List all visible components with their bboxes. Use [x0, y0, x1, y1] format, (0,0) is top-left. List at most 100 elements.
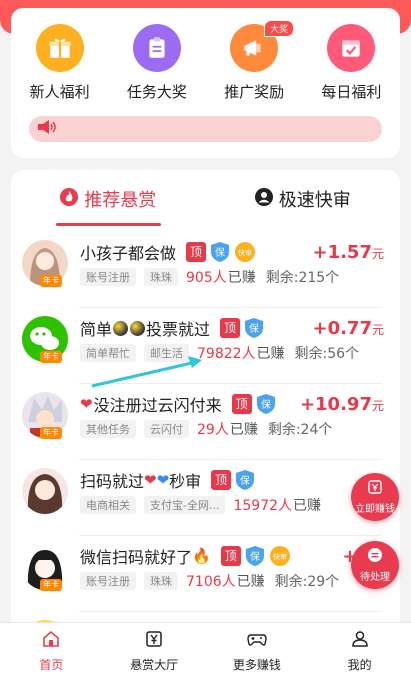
fast-review-icon: 快审 — [269, 545, 291, 567]
task-row[interactable]: 年卡 微信扫码就好了 🔥 顶 保 快审 +1 账号注册 珠珠 7106人 已赚 … — [11, 536, 400, 612]
remaining-count: 剩余:29个 — [274, 574, 340, 590]
heart-icon: ❤ — [144, 471, 157, 489]
earned-suffix: 已赚 — [236, 574, 265, 590]
task-row[interactable]: 年卡 ❤ 没注册过云闪付来 顶 保 +10.97元 其他任务 云闪付 29人 已… — [11, 384, 400, 460]
gamepad-icon — [247, 629, 267, 656]
platform-chip: 珠珠 — [144, 572, 178, 590]
task-tabs: 推荐悬赏 极速快审 — [11, 170, 400, 228]
annual-card-badge: 年卡 — [40, 275, 62, 287]
yen-icon — [367, 479, 383, 499]
menu-item-promotion-reward[interactable]: 大奖 推广奖励 — [210, 20, 298, 102]
earn-now-button[interactable]: 立即赚钱 — [351, 473, 399, 521]
task-title-text: 秒审 — [169, 472, 202, 491]
tabbar-more-earnings[interactable]: 更多赚钱 — [206, 623, 309, 678]
guarantee-shield-icon: 保 — [235, 469, 255, 491]
flame-icon — [60, 187, 79, 211]
clipboard-icon — [132, 24, 181, 72]
user-icon — [350, 629, 370, 656]
menu-label: 任务大奖 — [126, 83, 187, 101]
category-chip: 账号注册 — [80, 572, 136, 590]
moon-emoji-icon — [130, 320, 146, 336]
prize-badge: 大奖 — [264, 20, 295, 37]
task-title-text: 小孩子都会做 — [80, 244, 177, 263]
svg-text:快审: 快审 — [238, 248, 252, 257]
pending-button[interactable]: 待处理 — [351, 541, 399, 589]
task-title-text: 没注册过云闪付来 — [93, 396, 222, 415]
platform-chip: 支付宝-全网... — [144, 496, 226, 514]
annual-card-badge: 年卡 — [40, 427, 62, 439]
moon-emoji-icon — [113, 320, 129, 336]
tabbar-label: 悬赏大厅 — [130, 657, 179, 672]
quick-menu-card: 新人福利 任务大奖 大奖 推广奖励 每日福利 — [11, 8, 400, 158]
user-circle-icon — [254, 187, 273, 211]
task-title-text: 微信扫码就好了 — [80, 548, 193, 567]
earn-now-label: 立即赚钱 — [355, 504, 395, 515]
svg-text:保: 保 — [215, 246, 225, 259]
pending-label: 待处理 — [360, 572, 390, 583]
svg-text:保: 保 — [249, 322, 259, 335]
reward-amount: +10.97元 — [299, 394, 384, 415]
list-icon — [367, 547, 383, 567]
task-title: 小孩子都会做 顶 保 快审 — [80, 240, 256, 264]
menu-item-daily-bonus[interactable]: 每日福利 — [307, 24, 395, 102]
notice-bar[interactable] — [29, 116, 382, 142]
remaining-count: 剩余:215个 — [265, 270, 340, 286]
task-title: 简单 投票就过 顶 保 — [80, 316, 264, 340]
tabbar-mine[interactable]: 我的 — [308, 623, 411, 678]
earned-count: 7106人 — [186, 574, 236, 590]
fast-review-icon: 快审 — [234, 241, 256, 263]
platform-chip: 珠珠 — [144, 268, 178, 286]
top-badge: 顶 — [186, 242, 207, 262]
earned-suffix: 已赚 — [227, 270, 256, 286]
remaining-count: 剩余:56个 — [294, 346, 360, 362]
tabbar-home[interactable]: 首页 — [0, 623, 103, 678]
tabbar-bounty-hall[interactable]: 悬赏大厅 — [103, 623, 206, 678]
calendar-icon — [327, 24, 376, 72]
blue-heart-icon: ❤ — [156, 471, 170, 489]
task-list-card: 推荐悬赏 极速快审 年卡 小孩子都会做 顶 保 快审 +1.57元 账号注册 珠… — [11, 170, 400, 678]
task-title: ❤ 没注册过云闪付来 顶 保 — [80, 392, 276, 416]
earned-suffix: 已赚 — [229, 422, 258, 438]
top-badge: 顶 — [220, 318, 241, 338]
annual-card-badge: 年卡 — [40, 579, 62, 591]
tabbar-label: 首页 — [39, 657, 64, 672]
task-title: 扫码就过 ❤ ❤ 秒审 顶 保 — [80, 468, 255, 492]
tab-fast-review[interactable]: 极速快审 — [206, 170, 401, 228]
speaker-icon — [38, 119, 58, 139]
category-chip: 电商相关 — [80, 496, 136, 514]
remaining-count: 剩余:24个 — [267, 422, 333, 438]
fire-emoji-icon: 🔥 — [192, 547, 211, 565]
task-row[interactable]: 扫码就过 ❤ ❤ 秒审 顶 保 电商相关 支付宝-全网... 15972人 已赚 — [11, 460, 400, 536]
tab-label: 推荐悬赏 — [84, 190, 157, 211]
category-chip: 其他任务 — [80, 420, 136, 438]
svg-text:保: 保 — [261, 398, 271, 411]
task-meta: 账号注册 珠珠 905人 已赚 剩余:215个 — [80, 267, 339, 287]
heart-icon: ❤ — [80, 395, 93, 413]
menu-label: 新人福利 — [29, 83, 90, 101]
avatar — [22, 468, 68, 514]
earned-suffix: 已赚 — [293, 498, 322, 514]
tabbar-label: 我的 — [347, 657, 372, 672]
guarantee-shield-icon: 保 — [245, 545, 265, 567]
task-title-text: 扫码就过 — [80, 472, 145, 491]
task-title: 微信扫码就好了 🔥 顶 保 快审 — [80, 544, 291, 568]
menu-item-task-prize[interactable]: 任务大奖 — [113, 24, 201, 102]
menu-item-newbie-bonus[interactable]: 新人福利 — [16, 24, 104, 102]
svg-text:保: 保 — [250, 550, 260, 563]
annual-card-badge: 年卡 — [40, 351, 62, 363]
reward-amount: +1.57元 — [312, 242, 384, 263]
task-meta: 电商相关 支付宝-全网... 15972人 已赚 — [80, 495, 321, 515]
svg-text:快审: 快审 — [273, 552, 287, 561]
guarantee-shield-icon: 保 — [256, 393, 276, 415]
svg-text:保: 保 — [240, 474, 250, 487]
top-badge: 顶 — [211, 470, 232, 490]
category-chip: 账号注册 — [80, 268, 136, 286]
earned-count: 15972人 — [233, 498, 293, 514]
task-row[interactable]: 年卡 小孩子都会做 顶 保 快审 +1.57元 账号注册 珠珠 905人 已赚 … — [11, 232, 400, 308]
guarantee-shield-icon: 保 — [210, 241, 230, 263]
earned-count: 29人 — [197, 422, 229, 438]
earned-count: 905人 — [186, 270, 227, 286]
tab-recommended[interactable]: 推荐悬赏 — [11, 170, 206, 228]
yen-icon — [144, 629, 164, 656]
guarantee-shield-icon: 保 — [244, 317, 264, 339]
